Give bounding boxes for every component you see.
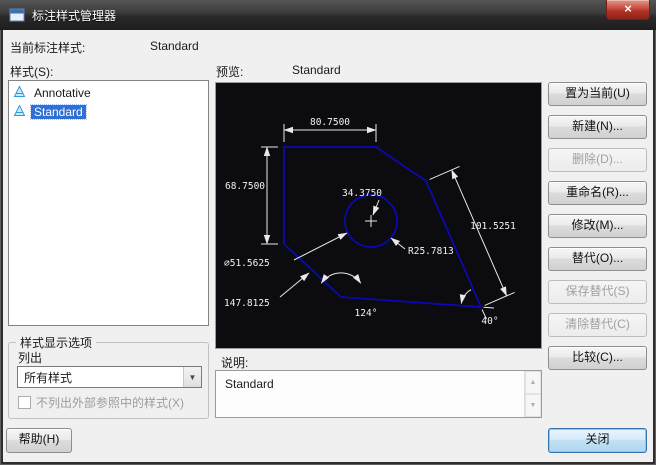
- list-filter-value: 所有样式: [24, 370, 73, 385]
- modify-style-button[interactable]: 修改(M)...: [548, 214, 647, 238]
- help-button[interactable]: 帮助(H): [6, 428, 72, 453]
- dim-top-value: 80.7500: [310, 117, 350, 128]
- styles-list[interactable]: Annotative Standard: [8, 80, 209, 326]
- preview-label: 预览:: [216, 65, 244, 79]
- checkbox-box-icon: [18, 396, 31, 409]
- close-window-button[interactable]: ×: [606, 0, 650, 20]
- dim-angle-bottom-value: 124°: [355, 308, 378, 319]
- dim-left-value: 68.7500: [225, 181, 265, 192]
- style-item-label: Standard: [30, 103, 87, 120]
- dim-right-value: 101.5251: [470, 221, 516, 232]
- close-dialog-button[interactable]: 关闭: [548, 428, 647, 453]
- hide-xref-styles-label: 不列出外部参照中的样式(X): [36, 396, 184, 410]
- override-style-button[interactable]: 替代(O)...: [548, 247, 647, 271]
- compare-button[interactable]: 比较(C)...: [548, 346, 647, 370]
- description-scrollbar[interactable]: ▲ ▼: [524, 371, 541, 417]
- style-item-annotative[interactable]: Annotative: [11, 83, 206, 102]
- dialog-body: 当前标注样式: Standard 样式(S): 预览: Standard Ann…: [3, 30, 653, 462]
- preview-shape: [283, 146, 483, 308]
- style-preview-canvas: 80.7500 68.7500 34.3750 101.5251 ∅51.562…: [215, 82, 542, 349]
- dimension-style-manager-dialog: 标注样式管理器 × 当前标注样式: Standard 样式(S): 预览: St…: [0, 0, 656, 465]
- hide-xref-styles-checkbox: 不列出外部参照中的样式(X): [18, 394, 184, 411]
- annotative-icon: [13, 103, 26, 120]
- dim-lower-left-value: 147.8125: [224, 298, 270, 309]
- window-title: 标注样式管理器: [32, 8, 117, 23]
- description-box: Standard ▲ ▼: [215, 370, 542, 418]
- styles-label: 样式(S):: [10, 65, 54, 79]
- style-preview-drawing: 80.7500 68.7500 34.3750 101.5251 ∅51.562…: [224, 117, 516, 327]
- delete-style-button: 删除(D)...: [548, 148, 647, 172]
- style-display-options-group: 样式显示选项 列出 所有样式 ▼ 不列出外部参照中的样式(X): [8, 334, 209, 419]
- scroll-up-icon[interactable]: ▲: [525, 371, 541, 394]
- window-icon: [9, 7, 25, 23]
- annotative-icon: [13, 84, 26, 101]
- titlebar[interactable]: 标注样式管理器 ×: [0, 0, 656, 30]
- clear-override-button: 清除替代(C): [548, 313, 647, 337]
- dim-center-value: 34.3750: [342, 188, 382, 199]
- list-filter-label: 列出: [18, 351, 43, 365]
- dim-diameter-value: ∅51.5625: [224, 258, 270, 269]
- current-style-label: 当前标注样式:: [10, 41, 86, 55]
- set-current-button[interactable]: 置为当前(U): [548, 82, 647, 106]
- style-item-label: Annotative: [34, 85, 91, 100]
- dropdown-arrow-icon[interactable]: ▼: [183, 367, 201, 387]
- preview-style-name: Standard: [292, 63, 341, 77]
- description-value: Standard: [225, 377, 274, 391]
- new-style-button[interactable]: 新建(N)...: [548, 115, 647, 139]
- current-style-value: Standard: [150, 39, 199, 53]
- dim-radius-value: R25.7813: [408, 246, 454, 257]
- save-override-button: 保存替代(S): [548, 280, 647, 304]
- list-filter-dropdown[interactable]: 所有样式 ▼: [17, 366, 202, 388]
- dim-angle-right-value: 40°: [481, 316, 498, 327]
- rename-style-button[interactable]: 重命名(R)...: [548, 181, 647, 205]
- scroll-down-icon[interactable]: ▼: [525, 394, 541, 417]
- close-icon: ×: [624, 1, 632, 16]
- style-item-standard[interactable]: Standard: [11, 102, 206, 121]
- description-label: 说明:: [221, 356, 249, 370]
